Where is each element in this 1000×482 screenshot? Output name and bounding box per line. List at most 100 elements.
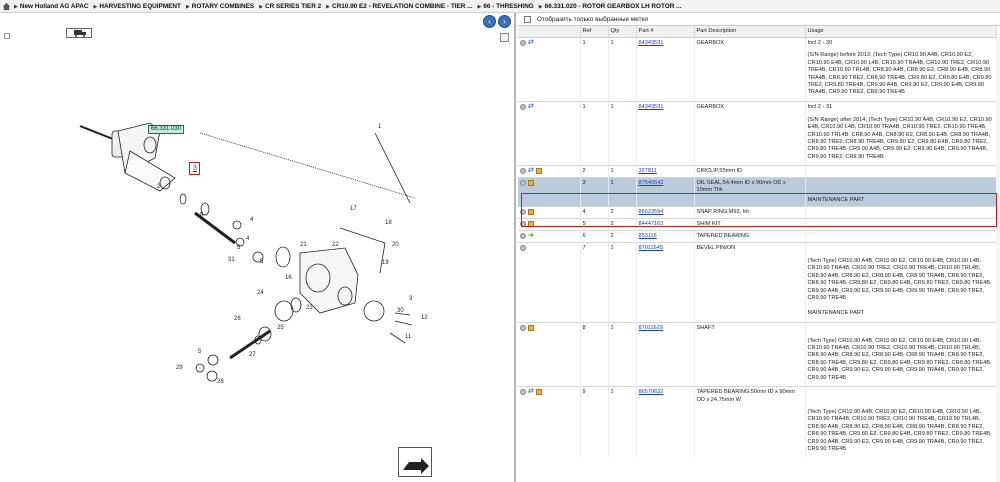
breadcrumb-item[interactable]: ▶ HARVESTING EQUIPMENT — [94, 3, 181, 10]
part-cell[interactable]: 84343531 — [636, 36, 695, 49]
part-number-link[interactable]: 87011645 — [639, 245, 663, 251]
package-icon[interactable] — [528, 221, 534, 228]
package-icon[interactable] — [528, 209, 534, 216]
diagram-label[interactable]: 12 — [421, 315, 428, 321]
add-circle-icon[interactable] — [520, 221, 526, 228]
package-icon[interactable] — [528, 324, 534, 331]
column-header[interactable]: Part Description — [694, 26, 806, 38]
add-circle-icon[interactable] — [520, 209, 526, 216]
column-header[interactable]: Qty — [608, 26, 637, 38]
diagram-label[interactable]: 5 — [260, 259, 263, 265]
interchange-icon[interactable]: ⇄ — [528, 39, 534, 46]
part-cell[interactable]: 86570632 — [636, 386, 695, 405]
table-row[interactable]: 8 1 87011629 SHAFT — [518, 321, 997, 334]
table-row[interactable]: 5 2 84447163 SHIM KIT — [518, 218, 997, 231]
table-row[interactable]: ➜ 6 2 853116 TAPERED BEARING — [518, 230, 997, 243]
selected-only-checkbox[interactable] — [524, 15, 531, 23]
replacement-icon[interactable]: ➜ — [528, 232, 534, 239]
diagram-label[interactable]: 30 — [397, 308, 404, 314]
part-cell[interactable]: 853116 — [636, 230, 695, 243]
part-number-link[interactable]: 327811 — [639, 168, 657, 174]
row-icons: ⇄ — [518, 100, 581, 113]
part-cell[interactable]: 87011629 — [636, 321, 695, 334]
diagram-label[interactable]: 5 — [198, 349, 201, 355]
package-icon[interactable] — [535, 389, 542, 396]
diagram-label[interactable]: 18 — [385, 220, 392, 226]
diagram-label[interactable]: 4 — [250, 217, 253, 223]
diagram-label[interactable]: 23 — [306, 305, 313, 311]
add-circle-icon[interactable] — [520, 103, 526, 110]
part-cell[interactable]: 87011645 — [636, 242, 695, 254]
jump-to-parts-button[interactable] — [398, 447, 432, 477]
table-row[interactable]: ⇄ 1 1 84343531 GEARBOX Incl 2 - 30 — [518, 36, 997, 49]
column-header[interactable]: Ref — [580, 26, 609, 38]
part-cell[interactable]: 84343531 — [636, 100, 695, 113]
package-icon[interactable] — [535, 168, 542, 175]
add-circle-icon[interactable] — [520, 168, 526, 175]
table-row[interactable]: 3 1 87540643 OIL SEAL,54.4mm ID x 90mm OD x… — [518, 177, 997, 196]
diagram-label[interactable]: 31 — [228, 257, 235, 263]
diagram-label[interactable]: 5 — [237, 245, 240, 251]
breadcrumb-item[interactable]: ▶ ROTARY COMBINES — [186, 3, 254, 10]
part-cell[interactable]: 84447163 — [636, 218, 695, 231]
part-cell[interactable]: 87540643 — [636, 177, 695, 196]
part-number-link[interactable]: 87540643 — [639, 180, 664, 186]
diagram-label[interactable]: 17 — [350, 206, 357, 212]
part-number-link[interactable]: 84343531 — [639, 40, 664, 46]
part-number-link[interactable]: 86570632 — [639, 389, 664, 395]
package-icon[interactable] — [528, 180, 534, 187]
breadcrumb-item[interactable]: ▶ 66.331.020 - ROTOR GEARBOX LH ROTOR ... — [539, 3, 682, 10]
breadcrumb-item[interactable]: ▶ CR SERIES TIER 2 — [259, 3, 321, 10]
column-header[interactable]: Part # — [636, 26, 695, 38]
table-row[interactable]: 7 1 87011645 BEVEL PINION — [518, 242, 997, 254]
part-number-link[interactable]: 853116 — [639, 233, 657, 239]
part-cell[interactable]: 327811 — [636, 165, 695, 178]
diagram-label[interactable]: 24 — [257, 290, 264, 296]
row-icons — [518, 206, 581, 219]
diagram-label[interactable]: 27 — [249, 352, 256, 358]
table-row[interactable]: 4 2 86623594 SNAP RING,M93, Int — [518, 206, 997, 219]
add-circle-icon[interactable] — [520, 245, 526, 252]
part-number-link[interactable]: 84343531 — [639, 104, 664, 110]
column-header[interactable] — [518, 26, 581, 38]
table-row[interactable]: ⇄ 1 1 84343531 GEARBOX Incl 2 - 31 — [518, 100, 997, 113]
table-row[interactable]: ⇄ 2 1 327811 CIRCLIP,55mm ID — [518, 165, 997, 178]
hotspot-label[interactable]: 3 — [193, 165, 197, 172]
breadcrumb-item[interactable]: ▶ New Holland AG APAC — [14, 3, 89, 10]
breadcrumb-item[interactable]: ▶ CR10.90 E2 - REVELATION COMBINE - TIER … — [326, 3, 472, 10]
diagram-label[interactable]: 25 — [277, 325, 284, 331]
part-number-link[interactable]: 86623594 — [639, 209, 664, 215]
diagram-label[interactable]: 20 — [392, 242, 399, 248]
empty-cell — [694, 333, 806, 387]
diagram-label[interactable]: 8 — [200, 212, 203, 218]
table-row[interactable]: ⇄ 9 1 86570632 TAPERED BEARING,50mm ID x 90m… — [518, 386, 997, 405]
diagram-label[interactable]: 4 — [246, 236, 249, 242]
diagram-label[interactable]: 2 — [157, 184, 160, 190]
interchange-icon[interactable]: ⇄ — [528, 388, 534, 395]
breadcrumb-item[interactable]: ▶ 66 - THRESHING — [478, 3, 534, 10]
add-circle-icon[interactable] — [520, 233, 526, 240]
part-cell[interactable]: 86623594 — [636, 206, 695, 219]
diagram-label[interactable]: 16 — [285, 275, 292, 281]
diagram-label[interactable]: 29 — [176, 365, 183, 371]
diagram-label[interactable]: 28 — [217, 379, 224, 385]
add-circle-icon[interactable] — [520, 180, 526, 187]
interchange-icon[interactable]: ⇄ — [528, 103, 534, 110]
home-icon[interactable] — [2, 2, 11, 11]
diagram-label[interactable]: 3 — [409, 296, 412, 302]
interchange-icon[interactable]: ⇄ — [528, 167, 534, 174]
part-number-link[interactable]: 84447163 — [639, 221, 664, 227]
diagram-label[interactable]: 26 — [234, 316, 241, 322]
scrollbar[interactable] — [996, 39, 1000, 482]
add-circle-icon[interactable] — [520, 39, 526, 46]
diagram-label[interactable]: 11 — [405, 334, 411, 340]
add-circle-icon[interactable] — [520, 324, 526, 331]
diagram-label[interactable]: 19 — [382, 260, 389, 266]
diagram-label[interactable]: 22 — [332, 242, 339, 248]
diagram-callout[interactable]: 66.331.030 — [148, 125, 185, 134]
column-header[interactable]: Usage — [805, 26, 997, 38]
part-number-link[interactable]: 87011629 — [639, 325, 663, 331]
add-circle-icon[interactable] — [520, 389, 526, 396]
diagram-label[interactable]: 1 — [378, 124, 381, 130]
diagram-label[interactable]: 21 — [300, 242, 307, 248]
